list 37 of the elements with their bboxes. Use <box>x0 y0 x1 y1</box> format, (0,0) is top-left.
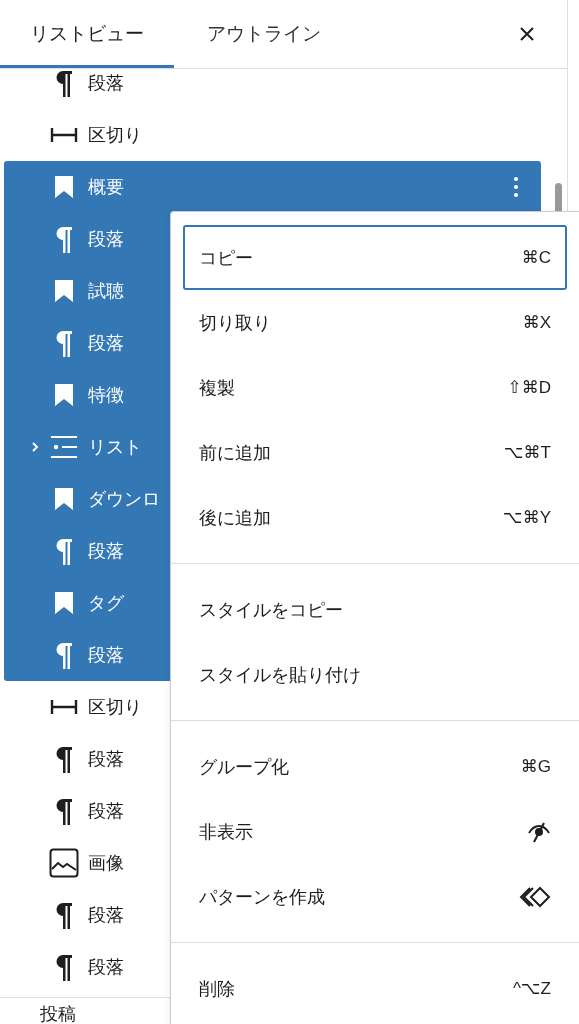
menu-item-label: 切り取り <box>199 311 271 335</box>
block-label: 段落 <box>88 748 124 771</box>
menu-item-label: 非表示 <box>199 820 253 844</box>
menu-item-label: スタイルをコピー <box>199 598 343 622</box>
block-label: 段落 <box>88 800 124 823</box>
block-label: 段落 <box>88 644 124 667</box>
menu-item-label: パターンを作成 <box>199 885 325 909</box>
keyboard-shortcut: ⌘X <box>522 312 551 333</box>
block-label: 段落 <box>88 540 124 563</box>
block-label: 区切り <box>88 696 142 719</box>
menu-item-label: グループ化 <box>199 755 289 779</box>
block-label: ダウンロ <box>88 488 160 511</box>
menu-item-label: コピー <box>199 246 253 270</box>
keyboard-shortcut: ⇧⌘D <box>507 377 551 398</box>
block-label: 試聴 <box>88 280 124 303</box>
block-label: 段落 <box>88 228 124 251</box>
menu-item-label: スタイルを貼り付け <box>199 663 361 687</box>
block-label: 区切り <box>88 124 142 147</box>
block-label: 段落 <box>88 956 124 979</box>
keyboard-shortcut: ^⌥Z <box>513 978 551 999</box>
keyboard-shortcut: ⌘G <box>520 756 551 777</box>
section-label: 投稿 <box>40 1003 76 1024</box>
block-label: 概要 <box>88 176 124 199</box>
block-label: リスト <box>88 436 142 459</box>
menu-item-label: 後に追加 <box>199 506 271 530</box>
keyboard-shortcut: ⌥⌘Y <box>503 507 551 528</box>
keyboard-shortcut: ⌘C <box>521 247 551 268</box>
block-label: 段落 <box>88 332 124 355</box>
menu-item-label: 削除 <box>199 977 235 1001</box>
block-label: 特徴 <box>88 384 124 407</box>
menu-item-label: 前に追加 <box>199 441 271 465</box>
menu-item-label: 複製 <box>199 376 235 400</box>
block-label: 段落 <box>88 904 124 927</box>
block-label: 段落 <box>88 72 124 95</box>
keyboard-shortcut: ⌥⌘T <box>504 442 551 463</box>
block-label: タグ <box>88 592 124 615</box>
block-label: 画像 <box>88 852 124 875</box>
